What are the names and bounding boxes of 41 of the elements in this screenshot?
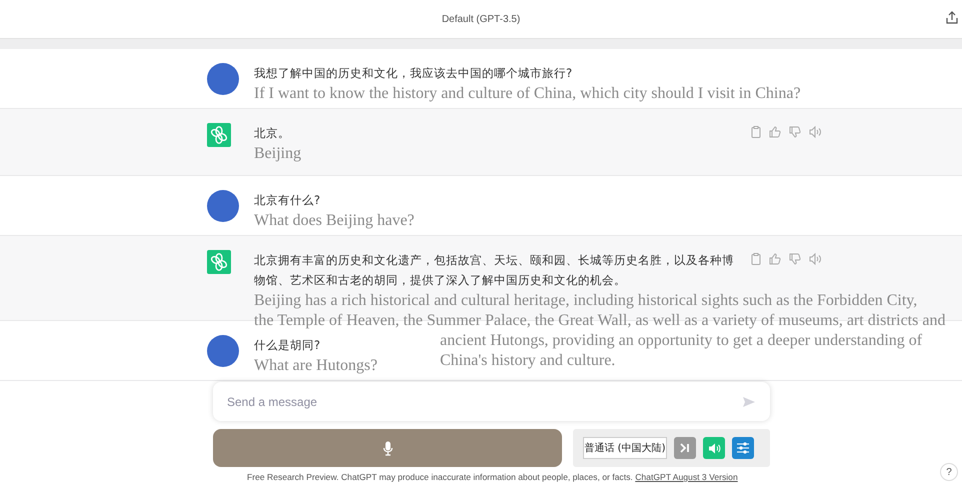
language-field[interactable]: 普通话 (中国大陆): [583, 437, 667, 459]
translation-text: ancient Hutongs, providing an opportunity to get a deeper understanding of: [440, 331, 922, 350]
settings-button[interactable]: [732, 437, 754, 459]
version-link[interactable]: ChatGPT August 3 Version: [635, 472, 738, 482]
speaker-icon: [708, 442, 720, 454]
message-text: 北京。: [254, 125, 290, 142]
message-text: 我想了解中国的历史和文化，我应该去中国的哪个城市旅行?: [254, 65, 572, 82]
skip-button[interactable]: [674, 437, 696, 459]
assistant-avatar-icon: [207, 123, 231, 147]
message-input[interactable]: Send a message: [225, 394, 742, 410]
message-text: 什么是胡同?: [254, 337, 320, 354]
translation-text: What are Hutongs?: [254, 356, 378, 375]
thumbs-up-icon[interactable]: [769, 253, 781, 265]
assistant-avatar-icon: [207, 250, 231, 274]
message-text: 北京拥有丰富的历史和文化遗产，包括故宫、天坛、颐和园、长城等历史名胜，以及各种博物馆、艺术区和古老的胡同，提供了深入了解中国历史和文化的机会。: [254, 252, 735, 289]
thumbs-down-icon[interactable]: [789, 253, 801, 265]
translation-text: the Temple of Heaven, the Summer Palace, the Great Wall, as well as a variety of museums, art districts and: [254, 311, 946, 330]
clipboard-icon[interactable]: [751, 253, 761, 265]
speaker-icon[interactable]: [809, 253, 822, 265]
translation-text: If I want to know the history and culture of China, which city should I visit in China?: [254, 84, 801, 103]
share-icon[interactable]: [946, 11, 958, 24]
translation-text: What does Beijing have?: [254, 211, 414, 230]
user-avatar: [207, 190, 239, 222]
sliders-icon: [736, 442, 750, 454]
send-icon[interactable]: [742, 396, 756, 408]
clipboard-icon[interactable]: [751, 126, 761, 138]
skip-icon: [679, 443, 691, 453]
microphone-icon: [382, 440, 392, 456]
thumbs-down-icon[interactable]: [789, 126, 801, 138]
translation-text: China's history and culture.: [440, 351, 616, 370]
speaker-button[interactable]: [703, 437, 725, 459]
translation-text: Beijing: [254, 144, 302, 163]
translation-text: Beijing has a rich historical and cultural heritage, including historical sights such as the Forbidden City,: [254, 291, 918, 310]
user-avatar: [207, 63, 239, 95]
model-title: Default (GPT-3.5): [442, 14, 520, 24]
user-avatar: [207, 335, 239, 367]
thumbs-up-icon[interactable]: [769, 126, 781, 138]
disclaimer-text: Free Research Preview. ChatGPT may produce inaccurate information about people, places, or facts. ChatGPT August 3 Version: [247, 472, 738, 482]
message-text: 北京有什么?: [254, 192, 320, 209]
help-button[interactable]: ?: [940, 463, 958, 481]
speaker-icon[interactable]: [809, 126, 822, 138]
